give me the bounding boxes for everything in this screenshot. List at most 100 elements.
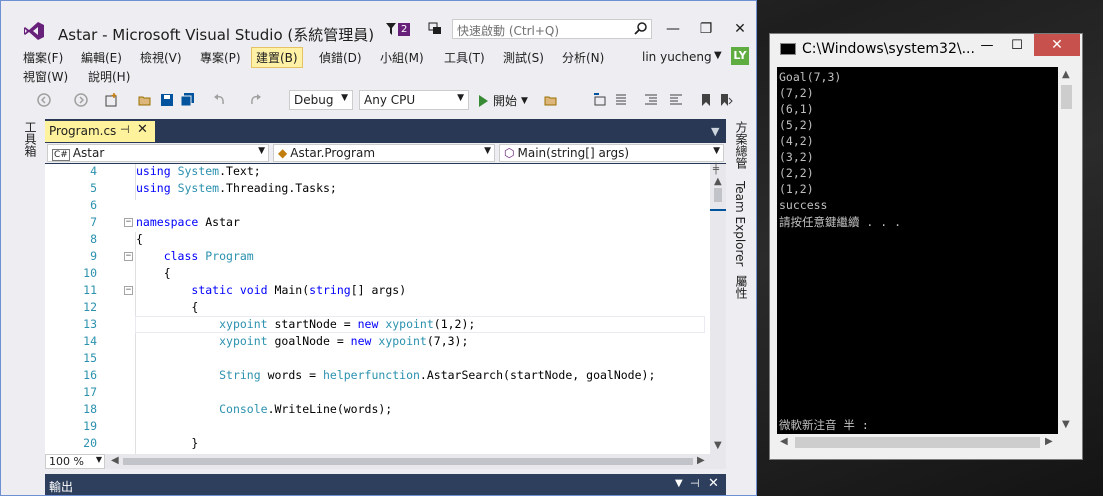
scroll-up-icon[interactable]: ▲ <box>1062 69 1070 80</box>
quick-launch-input[interactable]: 快速啟動 (Ctrl+Q) <box>452 19 652 39</box>
chevron-down-icon[interactable]: ▼ <box>675 478 683 489</box>
code-line[interactable]: 19 <box>45 419 710 436</box>
split-icon[interactable]: ╪ <box>713 164 719 175</box>
indent-icon[interactable] <box>644 93 658 107</box>
avatar[interactable]: LY <box>731 47 749 65</box>
next-bookmark-icon[interactable] <box>719 93 733 107</box>
toolbox-tab[interactable]: 工具箱 <box>22 121 39 157</box>
collapse-icon[interactable]: − <box>124 218 133 227</box>
scroll-left-icon[interactable]: ◀ <box>780 436 788 447</box>
console-output[interactable]: Goal(7,3) (7,2) (6,1) (5,2) (4,2) (3,2) (2,2) (… <box>777 67 1058 434</box>
code-line[interactable]: 5 using System.Threading.Tasks; <box>45 181 710 198</box>
code-line[interactable]: 6 <box>45 198 710 215</box>
editor-horizontal-scrollbar[interactable]: 100 % ▼ ◀ ▶ <box>45 454 726 469</box>
menu-help[interactable]: 說明(H) <box>84 67 134 86</box>
code-line[interactable]: 17 <box>45 385 710 402</box>
code-line[interactable]: 15 <box>45 351 710 368</box>
code-line[interactable]: 12 { <box>45 300 710 317</box>
menu-edit[interactable]: 編輯(E) <box>77 48 126 67</box>
menu-team[interactable]: 小組(M) <box>376 48 428 67</box>
menu-file[interactable]: 檔案(F) <box>19 48 67 67</box>
maximize-button[interactable]: ❐ <box>694 19 718 39</box>
output-panel-header[interactable]: 輸出 ▼ ⊣ ✕ <box>45 474 726 495</box>
scroll-down-icon[interactable]: ▼ <box>1062 419 1070 430</box>
save-icon[interactable] <box>160 93 174 107</box>
pin-icon[interactable]: ⊣ <box>120 123 130 136</box>
code-line[interactable]: 10 { <box>45 266 710 283</box>
collapse-icon[interactable]: − <box>124 286 133 295</box>
menu-view[interactable]: 檢視(V) <box>136 48 186 67</box>
chevron-down-icon[interactable]: ▼ <box>714 50 722 61</box>
start-debugging-button[interactable]: 開始 ▼ <box>479 92 528 109</box>
console-minimize-button[interactable]: — <box>972 36 1002 56</box>
solution-platform-select[interactable]: Any CPU ▼ <box>359 90 469 110</box>
menu-window[interactable]: 視窗(W) <box>19 67 72 86</box>
code-line[interactable]: 11 − static void Main(string[] args) <box>45 283 710 300</box>
menu-analyze[interactable]: 分析(N) <box>558 48 608 67</box>
forward-icon[interactable] <box>74 93 88 107</box>
tab-program-cs[interactable]: Program.cs ⊣ ✕ <box>45 121 155 142</box>
outdent-icon[interactable] <box>669 93 683 107</box>
comment-icon[interactable] <box>614 93 628 107</box>
tab-overflow-icon[interactable]: ▼ <box>711 125 719 138</box>
solution-configuration-select[interactable]: Debug ▼ <box>289 90 353 110</box>
user-name[interactable]: lin yucheng <box>642 50 712 64</box>
line-number: 6 <box>90 198 97 212</box>
scroll-left-icon[interactable]: ◀ <box>111 455 119 466</box>
notifications-button[interactable]: 2 <box>385 22 411 36</box>
code-line[interactable]: 4 using System.Text; <box>45 164 710 181</box>
code-line[interactable]: 9 − class Program <box>45 249 710 266</box>
code-line[interactable]: 18 Console.WriteLine(words); <box>45 402 710 419</box>
code-editor[interactable]: 4 using System.Text; 5 using System.Threadi… <box>45 164 710 454</box>
member-select[interactable]: ⬡ Main(string[] args) ▼ <box>499 144 724 162</box>
code-line[interactable]: 13 xypoint startNode = new xypoint(1,2); <box>45 317 710 334</box>
team-explorer-tab[interactable]: Team Explorer <box>733 181 747 267</box>
bookmark-icon[interactable] <box>699 93 713 107</box>
collapse-icon[interactable]: − <box>124 252 133 261</box>
code-line[interactable]: 20 } <box>45 436 710 453</box>
horizontal-scroll-thumb[interactable] <box>123 458 693 465</box>
title-bar[interactable]: Astar - Microsoft Visual Studio (系統管理員) … <box>1 1 756 44</box>
menu-test[interactable]: 測試(S) <box>499 48 548 67</box>
zoom-select[interactable]: 100 % ▼ <box>45 454 105 469</box>
scroll-right-icon[interactable]: ▶ <box>697 455 705 466</box>
class-select[interactable]: ◆ Astar.Program ▼ <box>273 144 495 162</box>
editor-vertical-scrollbar[interactable]: ╪ ▲ ▼ <box>710 164 726 454</box>
code-line[interactable]: 7 − namespace Astar <box>45 215 710 232</box>
open-file-icon[interactable] <box>138 93 152 107</box>
menu-tools[interactable]: 工具(T) <box>440 48 489 67</box>
save-all-icon[interactable] <box>181 93 195 107</box>
console-maximize-button[interactable]: ☐ <box>1002 36 1032 56</box>
pin-icon[interactable]: ⊣ <box>690 477 700 490</box>
back-icon[interactable] <box>37 93 51 107</box>
undo-icon[interactable] <box>212 93 226 107</box>
properties-tab[interactable]: 屬性 <box>733 275 750 299</box>
close-button[interactable]: ✕ <box>728 19 752 39</box>
minimize-button[interactable]: — <box>661 19 685 39</box>
scroll-right-icon[interactable]: ▶ <box>1045 436 1053 447</box>
console-vertical-scrollbar[interactable]: ▲ ▼ <box>1058 67 1075 434</box>
scroll-thumb[interactable] <box>714 188 722 202</box>
code-line[interactable]: 16 String words = helperfunction.AstarSe… <box>45 368 710 385</box>
console-close-button[interactable]: ✕ <box>1034 34 1080 56</box>
step-icon[interactable] <box>593 93 607 107</box>
scroll-down-icon[interactable]: ▼ <box>714 440 722 451</box>
project-select[interactable]: C# Astar ▼ <box>47 144 269 162</box>
console-horizontal-scrollbar[interactable]: ◀ ▶ <box>777 434 1058 451</box>
redo-icon[interactable] <box>249 93 263 107</box>
solution-explorer-tab[interactable]: 方案總管 <box>733 121 750 169</box>
menu-debug[interactable]: 偵錯(D) <box>315 48 366 67</box>
new-project-icon[interactable] <box>104 93 118 107</box>
code-line[interactable]: 8{ <box>45 232 710 249</box>
menu-build[interactable]: 建置(B) <box>251 47 303 68</box>
menu-project[interactable]: 專案(P) <box>196 48 245 67</box>
close-icon[interactable]: ✕ <box>708 476 719 491</box>
scroll-thumb[interactable] <box>1061 85 1072 109</box>
code-line[interactable]: 14 xypoint goalNode = new xypoint(7,3); <box>45 334 710 351</box>
scroll-up-icon[interactable]: ▲ <box>714 176 722 187</box>
horizontal-scroll-thumb[interactable] <box>795 437 1040 448</box>
close-icon[interactable]: ✕ <box>137 122 148 137</box>
feedback-icon[interactable] <box>428 22 442 36</box>
find-in-files-icon[interactable] <box>544 93 558 107</box>
console-title-bar[interactable]: C:\Windows\system32\... — ☐ ✕ <box>770 34 1082 66</box>
